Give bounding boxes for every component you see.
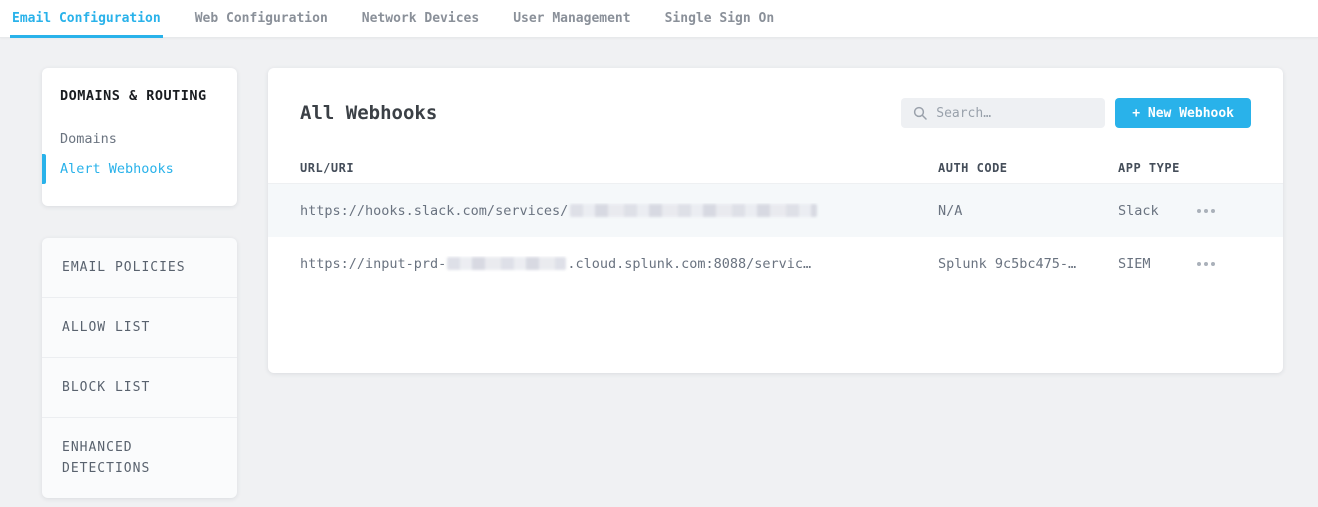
domains-routing-heading: DOMAINS & ROUTING xyxy=(42,88,237,104)
sidebar: DOMAINS & ROUTING Domains Alert Webhooks… xyxy=(42,68,237,498)
page-body: DOMAINS & ROUTING Domains Alert Webhooks… xyxy=(0,38,1318,498)
row-menu-cell xyxy=(1195,256,1255,272)
panel-header: All Webhooks + New Webhook xyxy=(268,98,1283,128)
top-navigation: Email Configuration Web Configuration Ne… xyxy=(0,0,1318,38)
sidebar-item-domains[interactable]: Domains xyxy=(42,124,237,154)
row-options-menu-icon[interactable] xyxy=(1195,203,1217,219)
column-header-auth-code: AUTH CODE xyxy=(938,161,1118,175)
tab-user-management[interactable]: User Management xyxy=(511,0,632,37)
column-header-url: URL/URI xyxy=(300,161,938,175)
sidebar-item-alert-webhooks[interactable]: Alert Webhooks xyxy=(42,154,237,184)
sidebar-sections-card: EMAIL POLICIES ALLOW LIST BLOCK LIST ENH… xyxy=(42,238,237,498)
table-row: https://input-prd- .cloud.splunk.com:8088… xyxy=(268,237,1283,290)
header-actions: + New Webhook xyxy=(901,98,1251,128)
tab-web-configuration[interactable]: Web Configuration xyxy=(193,0,330,37)
webhook-app-type: SIEM xyxy=(1118,256,1195,272)
webhook-url: https://input-prd- .cloud.splunk.com:8088… xyxy=(300,256,938,272)
webhook-auth-code: N/A xyxy=(938,203,1118,219)
webhook-url-text: https://hooks.slack.com/services/ xyxy=(300,203,568,219)
table-row: https://hooks.slack.com/services/ N/A Sl… xyxy=(268,184,1283,237)
webhook-app-type: Slack xyxy=(1118,203,1195,219)
redacted-url-segment xyxy=(447,257,566,270)
new-webhook-button[interactable]: + New Webhook xyxy=(1115,98,1251,128)
domains-routing-card: DOMAINS & ROUTING Domains Alert Webhooks xyxy=(42,68,237,206)
search-input[interactable] xyxy=(936,106,1093,121)
sidebar-item-block-list[interactable]: BLOCK LIST xyxy=(42,358,237,418)
webhook-url: https://hooks.slack.com/services/ xyxy=(300,203,938,219)
page-title: All Webhooks xyxy=(300,102,437,124)
row-options-menu-icon[interactable] xyxy=(1195,256,1217,272)
webhook-url-suffix: .cloud.splunk.com:8088/servic… xyxy=(567,256,811,272)
webhook-url-text: https://input-prd- xyxy=(300,256,446,272)
table-header-row: URL/URI AUTH CODE APP TYPE xyxy=(268,152,1283,184)
sidebar-item-allow-list[interactable]: ALLOW LIST xyxy=(42,298,237,358)
tab-network-devices[interactable]: Network Devices xyxy=(360,0,481,37)
webhooks-table: URL/URI AUTH CODE APP TYPE https://hooks… xyxy=(268,152,1283,290)
sidebar-item-email-policies[interactable]: EMAIL POLICIES xyxy=(42,238,237,298)
column-header-app-type: APP TYPE xyxy=(1118,161,1195,175)
row-menu-cell xyxy=(1195,203,1255,219)
tab-email-configuration[interactable]: Email Configuration xyxy=(10,0,163,37)
webhooks-panel: All Webhooks + New Webhook URL/URI AUTH … xyxy=(268,68,1283,373)
webhook-auth-code: Splunk 9c5bc475-… xyxy=(938,256,1118,272)
search-box[interactable] xyxy=(901,98,1105,128)
redacted-url-segment xyxy=(570,204,817,217)
search-icon xyxy=(913,106,927,120)
tab-single-sign-on[interactable]: Single Sign On xyxy=(663,0,777,37)
sidebar-item-enhanced-detections[interactable]: ENHANCED DETECTIONS xyxy=(42,418,237,498)
